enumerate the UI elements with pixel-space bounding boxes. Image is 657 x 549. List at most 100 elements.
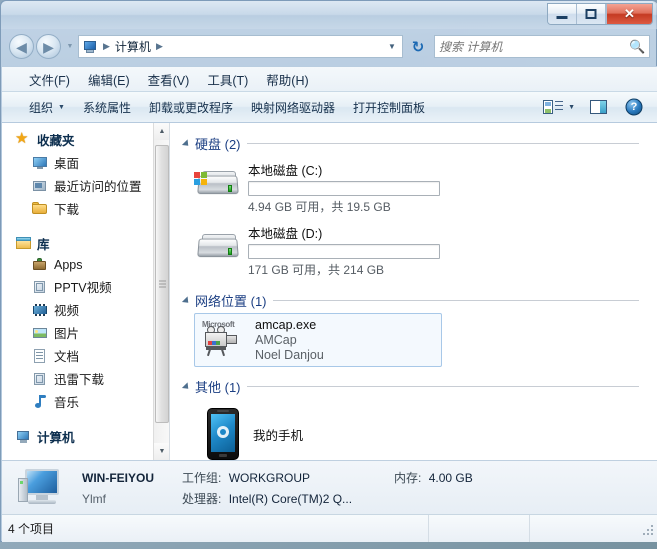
sidebar-item-desktop-label: 桌面 xyxy=(54,157,80,171)
refresh-button[interactable]: ↻ xyxy=(407,36,429,58)
sidebar-item-apps[interactable]: Apps xyxy=(2,255,169,275)
group-header-network-location-label: 网络位置 (1) xyxy=(195,294,267,309)
thunder-download-icon xyxy=(32,371,48,387)
toolbar-uninstall-label: 卸载或更改程序 xyxy=(148,100,233,115)
scroll-down-arrow-icon[interactable]: ▼ xyxy=(154,443,169,460)
nav-group-libraries[interactable]: 库 xyxy=(2,232,169,255)
sidebar-item-downloads[interactable]: 下载 xyxy=(2,197,169,220)
toolbar-open-control-panel-button[interactable]: 打开控制面板 xyxy=(344,95,434,120)
sidebar-item-thunder-download[interactable]: 迅雷下载 xyxy=(2,367,169,390)
nav-group-computer[interactable]: 计算机 xyxy=(2,425,169,448)
scrollbar-thumb[interactable] xyxy=(155,145,169,423)
drive-item-c[interactable]: 本地磁盘 (C:) 4.94 GB 可用，共 19.5 GB xyxy=(180,155,657,218)
back-arrow-icon: ◀ xyxy=(16,38,27,55)
file-list-pane[interactable]: 硬盘 (2) 本地磁盘 (C:) 4.94 GB 可用，共 19.5 GB 本地… xyxy=(170,123,657,460)
chevron-down-icon: ▼ xyxy=(58,103,65,111)
sidebar-item-downloads-label: 下载 xyxy=(54,203,80,217)
details-pane: WIN-FEIYOU 工作组: WORKGROUP 内存: 4.00 GB Yl… xyxy=(2,460,657,514)
menu-item-edit[interactable]: 编辑(E) xyxy=(79,67,139,92)
list-item-my-phone[interactable]: 我的手机 xyxy=(194,402,442,460)
sidebar-item-apps-label: Apps xyxy=(54,258,83,272)
address-bar[interactable]: ▶ 计算机 ▶ ▼ xyxy=(78,35,403,58)
minimize-icon xyxy=(556,16,568,20)
folder-icon xyxy=(32,201,48,217)
resize-grip[interactable] xyxy=(640,522,654,536)
group-header-network-location[interactable]: 网络位置 (1) xyxy=(181,291,657,310)
toolbar-uninstall-change-program-button[interactable]: 卸载或更改程序 xyxy=(140,95,242,120)
view-mode-chevron-down-icon[interactable]: ▼ xyxy=(568,104,575,111)
back-button[interactable]: ◀ xyxy=(9,34,34,59)
processor-value: Intel(R) Core(TM)2 Q... xyxy=(228,491,353,506)
menu-item-file[interactable]: 文件(F) xyxy=(20,67,79,92)
minimize-button[interactable] xyxy=(548,4,577,24)
recent-places-icon xyxy=(32,178,48,194)
menu-item-help[interactable]: 帮助(H) xyxy=(257,67,317,92)
list-item-amcap-author: Noel Danjou xyxy=(255,348,324,362)
nav-spacer-2 xyxy=(2,413,169,425)
sidebar-item-pptv-video[interactable]: PPTV视频 xyxy=(2,275,169,298)
menu-item-view[interactable]: 查看(V) xyxy=(139,67,199,92)
command-toolbar: 组织 ▼ 系统属性 卸载或更改程序 映射网络驱动器 打开控制面板 ▼ ? xyxy=(2,92,657,123)
search-input[interactable] xyxy=(439,39,629,54)
memory-value: 4.00 GB xyxy=(428,470,473,485)
sidebar-item-music-label: 音乐 xyxy=(54,396,80,410)
sidebar-item-recent-places-label: 最近访问的位置 xyxy=(54,180,142,194)
breadcrumb-item-computer[interactable]: 计算机 xyxy=(113,37,153,56)
menu-item-tools[interactable]: 工具(T) xyxy=(198,67,257,92)
video-icon xyxy=(32,302,48,318)
drive-name-c: 本地磁盘 (C:) xyxy=(248,164,323,178)
sidebar-item-desktop[interactable]: 桌面 xyxy=(2,151,169,174)
sidebar-item-videos-label: 视频 xyxy=(54,304,80,318)
status-divider-2 xyxy=(529,515,530,542)
caption-button-group: ✕ xyxy=(547,3,653,25)
list-item-amcap-filename: amcap.exe xyxy=(255,318,317,332)
sidebar-item-music[interactable]: 音乐 xyxy=(2,390,169,413)
sidebar-item-documents[interactable]: 文档 xyxy=(2,344,169,367)
group-header-hard-drives[interactable]: 硬盘 (2) xyxy=(181,134,657,153)
nav-group-favorites[interactable]: 收藏夹 xyxy=(2,128,169,151)
sidebar-item-pictures-label: 图片 xyxy=(54,327,80,341)
maximize-button[interactable] xyxy=(577,4,606,24)
toolbar-map-drive-label: 映射网络驱动器 xyxy=(250,100,335,115)
breadcrumb-separator-1[interactable]: ▶ xyxy=(153,41,166,52)
sidebar-item-recent-places[interactable]: 最近访问的位置 xyxy=(2,174,169,197)
details-row-2: Ylmf 处理器: Intel(R) Core(TM)2 Q... xyxy=(82,490,473,507)
recent-pages-button[interactable]: ▼ xyxy=(64,43,76,50)
group-header-other[interactable]: 其他 (1) xyxy=(181,377,657,396)
group-divider xyxy=(246,143,639,144)
camera-icon: Microsoft xyxy=(201,320,247,360)
group-header-other-label: 其他 (1) xyxy=(195,380,241,395)
group-divider xyxy=(272,300,639,301)
nav-group-favorites-label: 收藏夹 xyxy=(37,134,75,148)
view-mode-icon[interactable] xyxy=(539,96,565,118)
collapse-triangle-icon[interactable] xyxy=(181,381,192,392)
address-dropdown-icon[interactable]: ▼ xyxy=(384,42,400,51)
list-item-amcap[interactable]: Microsoft amcap.exe AMCap Noel Danjou xyxy=(194,313,442,367)
sidebar-item-videos[interactable]: 视频 xyxy=(2,298,169,321)
hard-drive-icon xyxy=(194,230,242,270)
search-box[interactable]: 🔍 xyxy=(434,35,650,58)
drive-item-d[interactable]: 本地磁盘 (D:) 171 GB 可用，共 214 GB xyxy=(180,218,657,281)
scroll-up-arrow-icon[interactable]: ▲ xyxy=(154,123,169,140)
sidebar-item-documents-label: 文档 xyxy=(54,350,80,364)
breadcrumb-separator-0[interactable]: ▶ xyxy=(100,41,113,52)
toolbar-system-properties-button[interactable]: 系统属性 xyxy=(74,95,140,120)
sidebar-item-pictures[interactable]: 图片 xyxy=(2,321,169,344)
close-button[interactable]: ✕ xyxy=(606,4,652,24)
computer-icon xyxy=(16,466,68,510)
preview-pane-icon[interactable] xyxy=(586,96,612,118)
memory-label: 内存: xyxy=(394,470,422,485)
toolbar-map-network-drive-button[interactable]: 映射网络驱动器 xyxy=(242,95,344,120)
toolbar-organize-button[interactable]: 组织 ▼ xyxy=(20,95,74,120)
navigation-pane-scrollbar[interactable]: ▲ ▼ xyxy=(153,123,169,460)
search-icon[interactable]: 🔍 xyxy=(629,39,645,55)
drive-usage-bar-d xyxy=(248,244,440,259)
collapse-triangle-icon[interactable] xyxy=(181,138,192,149)
sidebar-item-thunder-download-label: 迅雷下载 xyxy=(54,373,105,387)
forward-button[interactable]: ▶ xyxy=(36,34,61,59)
help-icon[interactable]: ? xyxy=(621,96,647,118)
navigation-bar: ◀ ▶ ▼ ▶ 计算机 ▶ ▼ ↻ 🔍 xyxy=(1,29,657,64)
maximize-icon xyxy=(585,9,597,19)
collapse-triangle-icon[interactable] xyxy=(181,295,192,306)
